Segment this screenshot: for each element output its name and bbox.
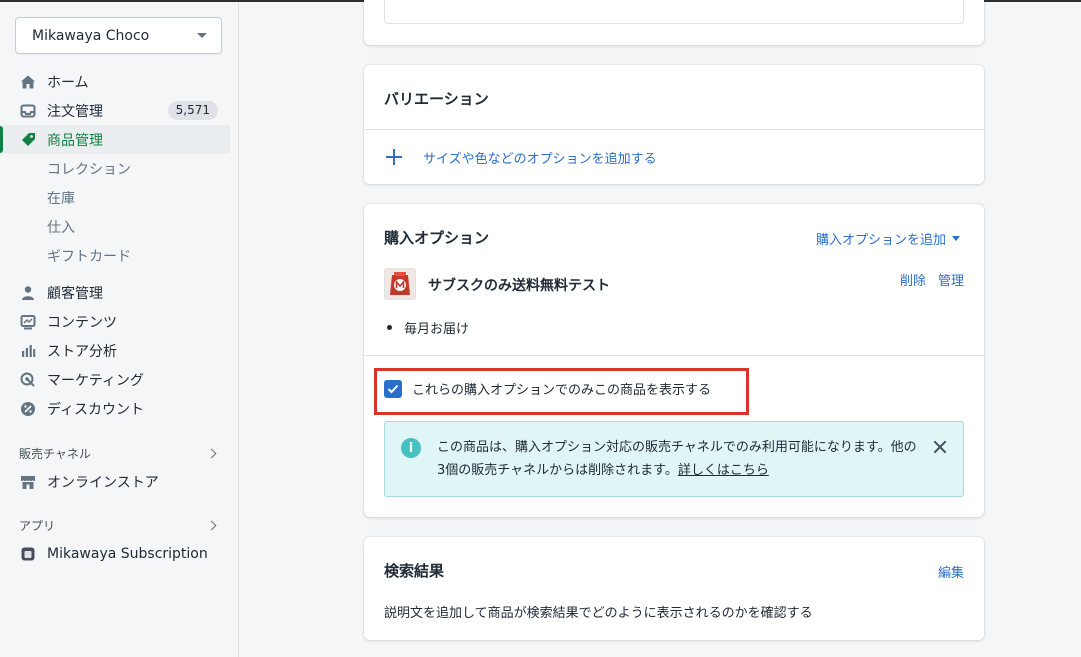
person-icon — [20, 285, 36, 301]
add-purchase-option-button[interactable]: 購入オプションを追加 — [816, 229, 960, 248]
divider — [364, 355, 984, 356]
nav-label: コンテンツ — [47, 314, 117, 331]
plan-actions: 削除 管理 — [900, 270, 964, 289]
caret-down-icon — [197, 33, 207, 38]
variants-card: バリエーション サイズや色などのオプションを追加する — [364, 65, 984, 184]
store-icon — [20, 474, 36, 490]
delete-plan-link[interactable]: 削除 — [900, 270, 926, 289]
purchase-only-checkbox[interactable] — [384, 379, 402, 398]
home-icon — [20, 74, 36, 90]
sidebar: Mikawaya Choco ホーム 注文管理 5,571 商品管理 コレクショ… — [0, 2, 239, 657]
nav-item-marketing[interactable]: マーケティング — [0, 365, 239, 394]
nav-item-analytics[interactable]: ストア分析 — [0, 336, 239, 365]
sales-channels-label: 販売チャネル — [19, 446, 91, 461]
nav-item-discounts[interactable]: ディスカウント — [0, 394, 239, 423]
plus-icon — [384, 147, 404, 167]
purchase-options-card: 購入オプション 購入オプションを追加 サブスクのみ送料無料テスト 削除 管理 毎… — [364, 204, 984, 517]
nav-sub-gift-cards[interactable]: ギフトカード — [0, 241, 239, 270]
nav-label: ディスカウント — [47, 401, 145, 418]
nav-sub-inventory[interactable]: 在庫 — [0, 183, 239, 212]
bullet-dot — [387, 325, 392, 330]
chevron-right-icon — [206, 448, 217, 458]
divider — [364, 129, 984, 130]
store-name: Mikawaya Choco — [32, 27, 150, 44]
nav-label: マーケティング — [47, 372, 144, 389]
apps-header[interactable]: アプリ — [19, 516, 219, 534]
add-option-button[interactable]: サイズや色などのオプションを追加する — [384, 147, 657, 167]
checkbox-label: これらの購入オプションでのみこの商品を表示する — [412, 383, 712, 398]
nav-item-products[interactable]: 商品管理 — [0, 125, 230, 154]
banner-text: この商品は、購入オプション対応の販売チャネルでのみ利用可能になります。他の3個の… — [437, 440, 917, 478]
nav-label: 顧客管理 — [47, 285, 103, 302]
previous-card-field — [384, 0, 964, 24]
tag-icon — [20, 132, 36, 148]
banner-message: この商品は、購入オプション対応の販売チャネルでのみ利用可能になります。他の3個の… — [437, 436, 917, 482]
nav-item-content[interactable]: コンテンツ — [0, 307, 239, 336]
nav-label: ストア分析 — [47, 343, 117, 360]
plan-name: サブスクのみ送料無料テスト — [428, 278, 610, 294]
edit-seo-link[interactable]: 編集 — [938, 562, 964, 581]
orders-count-badge: 5,571 — [167, 101, 218, 120]
search-preview-title: 検索結果 — [384, 562, 445, 580]
nav-label: オンラインストア — [47, 474, 159, 491]
nav-label: 商品管理 — [47, 132, 103, 149]
sales-channels-header[interactable]: 販売チャネル — [19, 444, 219, 462]
discount-icon — [20, 401, 36, 417]
nav-label: ホーム — [47, 74, 89, 91]
info-icon: i — [401, 438, 421, 458]
nav-item-mikawaya-subscription[interactable]: Mikawaya Subscription — [0, 539, 239, 568]
chevron-right-icon — [206, 520, 217, 530]
search-preview-card: 検索結果 編集 説明文を追加して商品が検索結果でどのように表示されるのかを確認す… — [364, 537, 984, 640]
learn-more-link[interactable]: 詳しくはこちら — [678, 463, 769, 478]
app-icon — [20, 546, 36, 562]
checkmark-icon — [387, 384, 399, 393]
plan-detail-text: 毎月お届け — [404, 322, 470, 337]
search-preview-description: 説明文を追加して商品が検索結果でどのように表示されるのかを確認する — [384, 606, 813, 621]
close-icon[interactable] — [933, 440, 947, 454]
variants-title: バリエーション — [384, 90, 489, 108]
store-selector[interactable]: Mikawaya Choco — [15, 17, 222, 54]
manage-plan-link[interactable]: 管理 — [938, 270, 964, 289]
plan-detail-item: 毎月お届け — [387, 318, 469, 337]
caret-down-icon — [952, 236, 960, 241]
analytics-icon — [20, 343, 36, 359]
add-purchase-option-label: 購入オプションを追加 — [815, 233, 946, 248]
purchase-options-title: 購入オプション — [384, 229, 490, 247]
nav-sub-transfers[interactable]: 仕入 — [0, 212, 239, 241]
nav-label: Mikawaya Subscription — [47, 545, 208, 562]
nav-item-customers[interactable]: 顧客管理 — [0, 278, 239, 307]
nav-sub-collections[interactable]: コレクション — [0, 154, 239, 183]
previous-card — [364, 0, 984, 45]
nav-item-orders[interactable]: 注文管理 5,571 — [0, 96, 239, 125]
main-nav: ホーム 注文管理 5,571 商品管理 コレクション 在庫 仕入 ギフトカード … — [0, 67, 239, 423]
apps-label: アプリ — [19, 518, 56, 533]
inbox-icon — [20, 103, 36, 119]
plan-thumbnail — [384, 268, 416, 300]
nav-item-home[interactable]: ホーム — [0, 67, 239, 96]
content-icon — [20, 314, 36, 330]
nav-item-online-store[interactable]: オンラインストア — [0, 467, 239, 496]
purchase-only-checkbox-row[interactable]: これらの購入オプションでのみこの商品を表示する — [384, 379, 711, 398]
add-option-label: サイズや色などのオプションを追加する — [423, 151, 657, 167]
marketing-icon — [20, 372, 36, 388]
nav-label: 注文管理 — [47, 103, 103, 120]
info-banner: i この商品は、購入オプション対応の販売チャネルでのみ利用可能になります。他の3… — [384, 421, 964, 497]
